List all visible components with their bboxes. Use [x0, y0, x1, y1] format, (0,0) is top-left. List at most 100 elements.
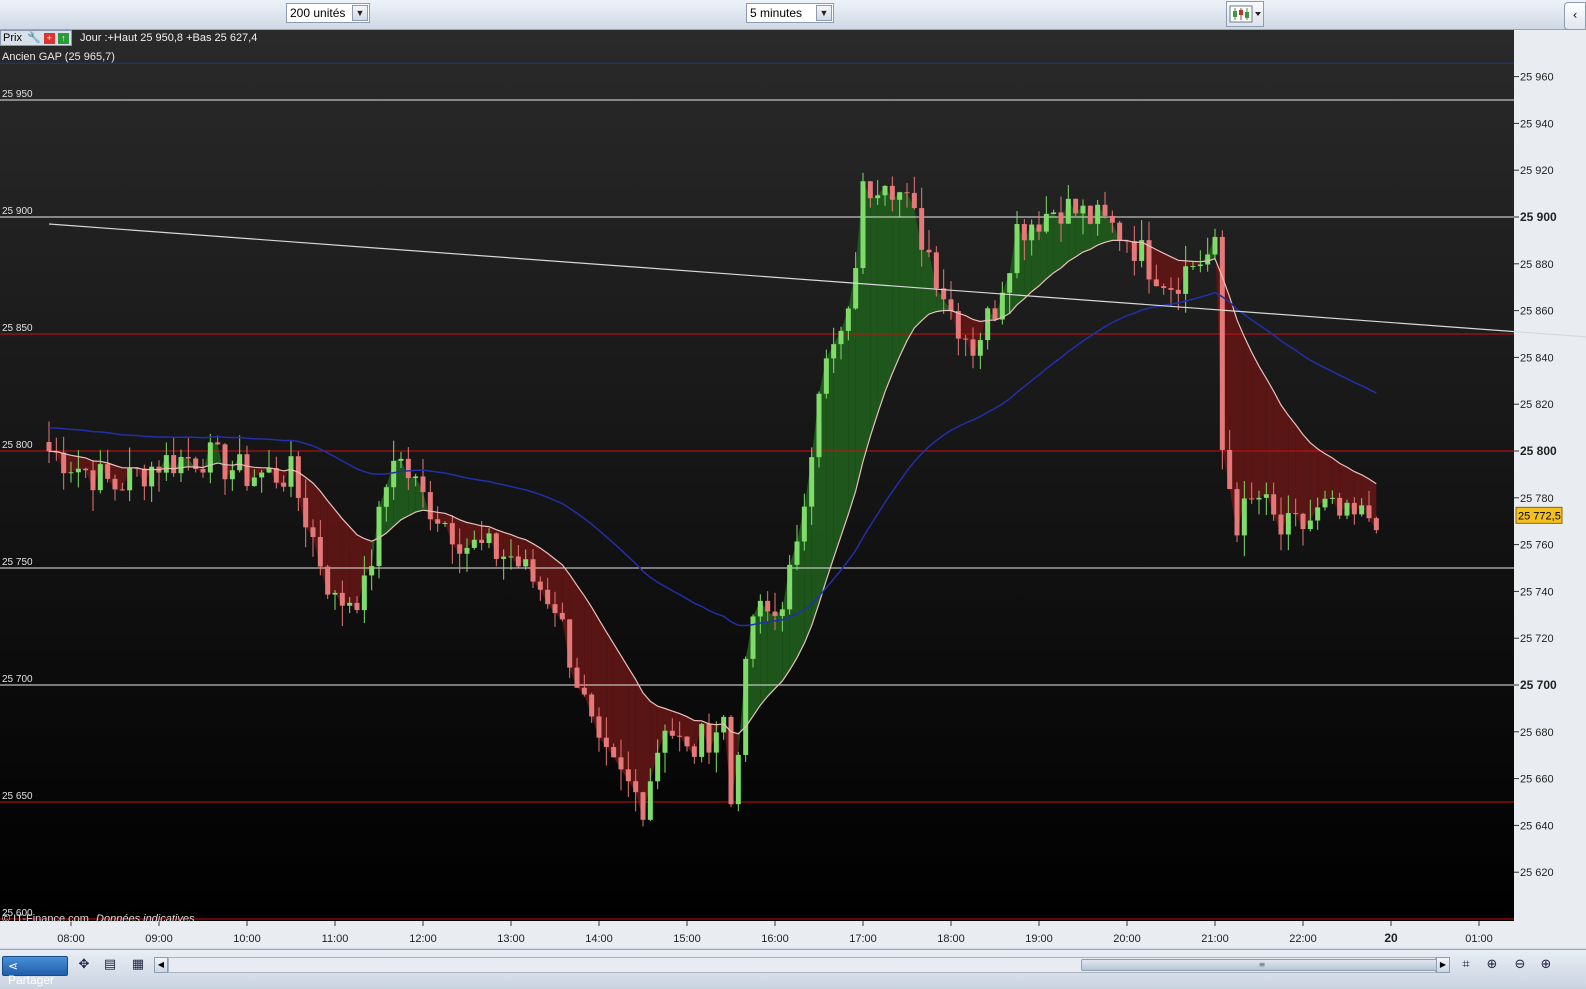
candle-body	[691, 746, 697, 757]
bullish-fill	[1075, 205, 1083, 257]
day-range-info: Jour :+Haut 25 950,8 +Bas 25 627,4	[80, 32, 258, 44]
candle-body	[596, 716, 602, 738]
candle-body	[237, 454, 243, 471]
candle-body	[1285, 513, 1291, 535]
drawing-list-icon[interactable]: ▤	[100, 955, 120, 975]
candle-body	[413, 476, 419, 479]
arrow-up-icon[interactable]: ↑	[57, 33, 69, 44]
close-icon[interactable]: +	[43, 33, 55, 44]
wrench-icon[interactable]: 🔧	[27, 32, 41, 44]
candle-body	[1241, 498, 1247, 536]
candle-body	[1073, 198, 1079, 214]
time-tick-label: 10:00	[233, 933, 261, 945]
top-toolbar: 200 unités ▼ 5 minutes ▼ ‹	[0, 0, 1586, 30]
candle[interactable]	[743, 656, 749, 762]
candle-body	[963, 338, 969, 340]
candle-body	[530, 559, 536, 582]
cursor-tool-icon[interactable]: ✥	[74, 955, 94, 975]
price-chart[interactable]: 25 950 25 900 25 850 25 800 25 750 25 700 25 6…	[0, 30, 1586, 948]
candle[interactable]	[735, 751, 741, 812]
candle[interactable]	[1219, 230, 1225, 470]
candle-body	[677, 735, 683, 737]
current-price-label: 25 772,5	[1518, 510, 1561, 522]
candle-body	[713, 732, 719, 753]
time-tick-label: 20	[1384, 931, 1398, 945]
collapse-panel-button[interactable]: ‹	[1564, 2, 1586, 30]
indicator-grid-icon[interactable]: ▦	[128, 955, 148, 975]
candle-body	[772, 611, 778, 616]
chart-tool-icon[interactable]: ⌗	[1456, 955, 1476, 975]
share-icon: ⋖	[8, 959, 19, 973]
candle-body	[1234, 489, 1240, 536]
candle-body	[112, 478, 118, 490]
candle-body	[867, 181, 873, 199]
candle-body	[523, 559, 529, 567]
candle-body	[1007, 273, 1013, 293]
candle-body	[1315, 507, 1321, 521]
candle-body	[1212, 236, 1218, 255]
candle-body	[926, 249, 932, 253]
time-axis[interactable]	[0, 921, 1514, 948]
candle-body	[185, 456, 191, 459]
candle-body	[1043, 213, 1049, 232]
price-legend-tab[interactable]: Prix 🔧 + ↑	[0, 30, 72, 46]
candle-body	[288, 456, 294, 487]
share-button[interactable]: ⋖ Partager	[2, 956, 68, 987]
candle-body	[317, 536, 323, 567]
candle-body	[787, 564, 793, 610]
candle[interactable]	[325, 564, 331, 600]
candle-body	[992, 308, 998, 320]
time-tick-label: 09:00	[145, 933, 173, 945]
zoom-fit-icon[interactable]: ⊕	[1482, 955, 1502, 975]
candle-body	[464, 547, 470, 554]
price-tick-label: 25 880	[1520, 259, 1554, 271]
candle[interactable]	[816, 391, 822, 468]
candle-body	[68, 472, 74, 474]
candle-body	[1322, 498, 1328, 508]
candle-body	[970, 339, 976, 356]
candlestick-chart[interactable]: 25 950 25 900 25 850 25 800 25 750 25 700 25 6…	[0, 30, 1586, 948]
candle-body	[435, 519, 441, 524]
candle-body	[1102, 204, 1108, 216]
bullish-fill	[907, 192, 915, 341]
candle[interactable]	[1234, 482, 1240, 543]
units-select[interactable]: 200 unités ▼	[286, 3, 370, 23]
price-tick-label: 25 660	[1520, 774, 1554, 786]
scroll-left-button[interactable]: ◀	[154, 957, 168, 973]
candle-body	[369, 566, 375, 576]
candle[interactable]	[1087, 205, 1093, 225]
candle[interactable]	[860, 172, 866, 275]
candle-body	[97, 464, 103, 491]
price-level-label: 25 850	[2, 323, 33, 334]
watermark: © IT-Finance.com Données indicatives	[2, 913, 194, 925]
zoom-in-icon[interactable]: ⊕	[1536, 955, 1556, 975]
horizontal-scrollbar[interactable]: ≡	[168, 957, 1443, 973]
candle-body	[361, 575, 367, 611]
zoom-out-icon[interactable]: ⊖	[1510, 955, 1530, 975]
price-tick-label: 25 700	[1520, 678, 1557, 692]
candle-body	[75, 468, 81, 473]
candle-body	[1359, 505, 1365, 515]
scroll-right-button[interactable]: ▶	[1436, 957, 1450, 973]
chevron-down-icon[interactable]: ▼	[352, 5, 368, 21]
candle-body	[61, 452, 67, 474]
price-tick-label: 25 640	[1520, 820, 1554, 832]
candle-body	[743, 658, 749, 755]
price-tick-label: 25 900	[1520, 210, 1557, 224]
candle-body	[860, 181, 866, 269]
chart-type-button[interactable]	[1226, 1, 1264, 27]
scrollbar-thumb[interactable]: ≡	[1081, 959, 1443, 971]
candle[interactable]	[699, 722, 705, 763]
candle-body	[875, 195, 881, 199]
candle-body	[611, 747, 617, 758]
candle-body	[618, 757, 624, 770]
candle-body	[897, 192, 903, 200]
candle-body	[420, 476, 426, 493]
candle-body	[823, 358, 829, 394]
chevron-down-icon[interactable]: ▼	[816, 5, 832, 21]
candle-body	[1366, 505, 1372, 519]
price-level-label: 25 700	[2, 674, 33, 685]
candle-body	[486, 533, 492, 544]
candle-body	[215, 442, 221, 445]
interval-select[interactable]: 5 minutes ▼	[746, 3, 834, 23]
